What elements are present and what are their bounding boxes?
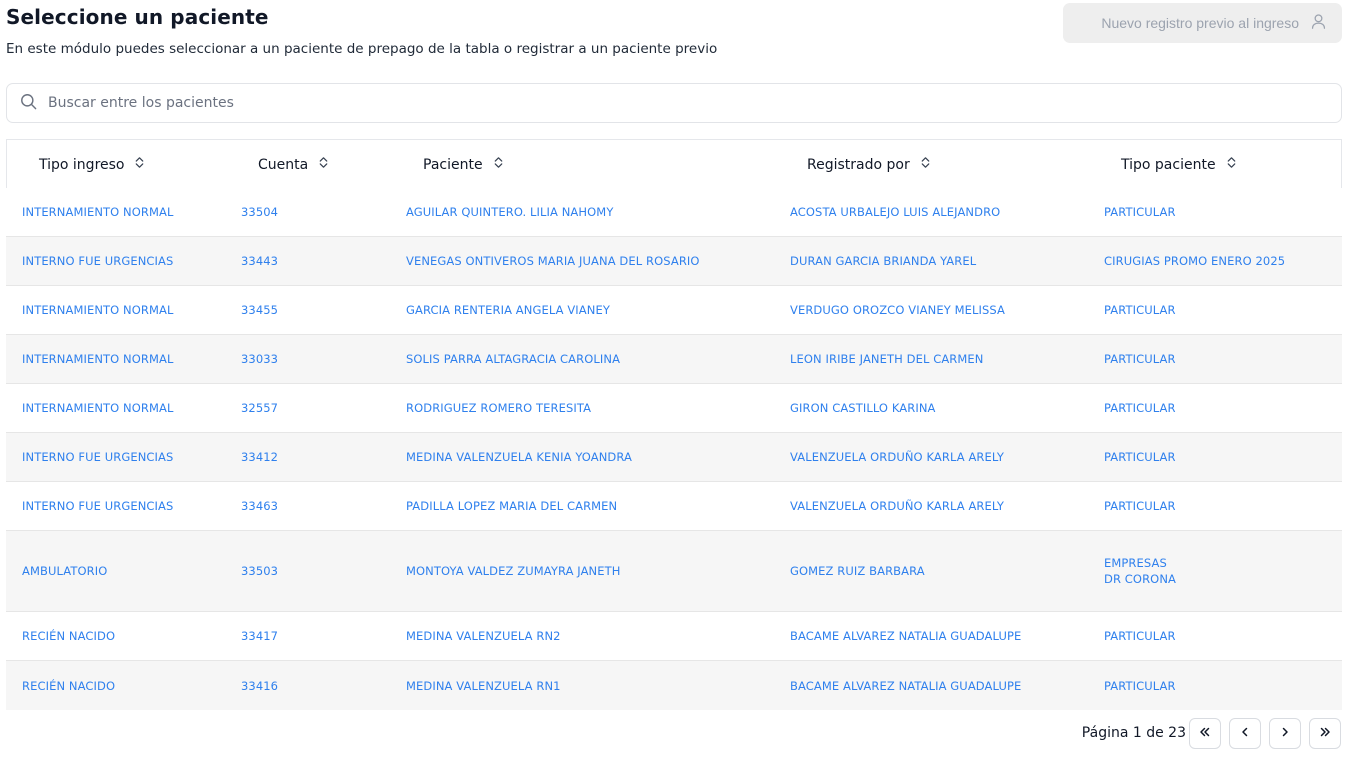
search-bar[interactable] [6, 83, 1342, 123]
cell-tipo-paciente: PARTICULAR [1104, 352, 1176, 366]
cell-tipo-ingreso: INTERNO FUE URGENCIAS [22, 499, 174, 513]
cell-tipo-ingreso: RECIÉN NACIDO [22, 629, 116, 643]
tipo-paciente-line: DR CORONA [1104, 572, 1176, 586]
search-input[interactable] [48, 95, 1308, 111]
chevrons-right-icon [1318, 724, 1332, 743]
cell-tipo-ingreso: INTERNO FUE URGENCIAS [22, 450, 174, 464]
cell-paciente: MEDINA VALENZUELA KENIA YOANDRA [406, 450, 632, 464]
column-header-registrado-por[interactable]: Registrado por [807, 140, 932, 189]
previous-page-button[interactable] [1229, 717, 1261, 749]
pagination: Página 1 de 23 [1082, 717, 1341, 749]
table-row[interactable]: AMBULATORIO 33503 MONTOYA VALDEZ ZUMAYRA… [6, 531, 1342, 612]
table-row[interactable]: RECIÉN NACIDO 33416 MEDINA VALENZUELA RN… [6, 661, 1342, 710]
cell-paciente: SOLIS PARRA ALTAGRACIA CAROLINA [406, 352, 621, 366]
cell-registrado-por: GOMEZ RUIZ BARBARA [790, 564, 925, 578]
first-page-button[interactable] [1189, 717, 1221, 749]
cell-registrado-por: VERDUGO OROZCO VIANEY MELISSA [790, 303, 1005, 317]
new-button-label: Nuevo registro previo al ingreso [1101, 15, 1299, 31]
table-row[interactable]: INTERNAMIENTO NORMAL 33504 AGUILAR QUINT… [6, 188, 1342, 237]
search-icon [19, 92, 38, 115]
cell-tipo-ingreso: RECIÉN NACIDO [22, 678, 116, 693]
cell-cuenta: 33503 [241, 564, 279, 578]
cell-cuenta: 33416 [241, 678, 279, 693]
cell-cuenta: 33412 [241, 450, 279, 464]
page-indicator: Página 1 de 23 [1081, 725, 1186, 741]
next-page-button[interactable] [1269, 717, 1301, 749]
cell-registrado-por: GIRON CASTILLO KARINA [790, 401, 936, 415]
table-row[interactable]: INTERNAMIENTO NORMAL 33033 SOLIS PARRA A… [6, 335, 1342, 384]
cell-registrado-por: BACAME ALVAREZ NATALIA GUADALUPE [790, 629, 1022, 643]
cell-tipo-ingreso: INTERNAMIENTO NORMAL [22, 401, 174, 415]
cell-cuenta: 33033 [241, 352, 279, 366]
cell-paciente: VENEGAS ONTIVEROS MARIA JUANA DEL ROSARI… [406, 254, 700, 268]
table-row[interactable]: RECIÉN NACIDO 33417 MEDINA VALENZUELA RN… [6, 612, 1342, 661]
cell-tipo-paciente: PARTICULAR [1104, 450, 1176, 464]
column-header-tipo-ingreso[interactable]: Tipo ingreso [39, 140, 146, 189]
cell-cuenta: 33443 [241, 254, 279, 268]
cell-tipo-paciente: PARTICULAR [1104, 629, 1176, 643]
table-row[interactable]: INTERNO FUE URGENCIAS 33412 MEDINA VALEN… [6, 433, 1342, 482]
sort-icon [492, 156, 505, 173]
cell-registrado-por: VALENZUELA ORDUÑO KARLA ARELY [790, 450, 1004, 464]
cell-registrado-por: BACAME ALVAREZ NATALIA GUADALUPE [790, 678, 1022, 693]
cell-cuenta: 33417 [241, 629, 279, 643]
cell-tipo-paciente: PARTICULAR [1104, 401, 1176, 415]
cell-paciente: PADILLA LOPEZ MARIA DEL CARMEN [406, 499, 618, 513]
last-page-button[interactable] [1309, 717, 1341, 749]
page-subtitle: En este módulo puedes seleccionar a un p… [6, 41, 718, 57]
cell-paciente: RODRIGUEZ ROMERO TERESITA [406, 401, 592, 415]
page-title: Seleccione un paciente [6, 5, 269, 29]
patients-table: Tipo ingreso Cuenta Paciente Registrado … [6, 139, 1342, 710]
cell-cuenta: 33463 [241, 499, 279, 513]
cell-tipo-paciente: PARTICULAR [1104, 205, 1176, 219]
chevron-left-icon [1238, 724, 1252, 743]
cell-registrado-por: DURAN GARCIA BRIANDA YAREL [790, 254, 977, 268]
column-header-paciente[interactable]: Paciente [423, 140, 505, 189]
cell-paciente: GARCIA RENTERIA ANGELA VIANEY [406, 303, 610, 317]
cell-tipo-ingreso: AMBULATORIO [22, 564, 108, 578]
cell-paciente: MONTOYA VALDEZ ZUMAYRA JANETH [406, 564, 621, 578]
cell-tipo-ingreso: INTERNAMIENTO NORMAL [22, 352, 174, 366]
cell-cuenta: 33504 [241, 205, 279, 219]
new-pre-admission-button[interactable]: Nuevo registro previo al ingreso [1063, 3, 1342, 43]
cell-cuenta: 32557 [241, 401, 279, 415]
cell-tipo-paciente: PARTICULAR [1104, 499, 1176, 513]
sort-icon [1225, 156, 1238, 173]
table-header: Tipo ingreso Cuenta Paciente Registrado … [6, 139, 1342, 188]
cell-paciente: MEDINA VALENZUELA RN2 [406, 629, 561, 643]
column-header-cuenta[interactable]: Cuenta [258, 140, 330, 189]
cell-tipo-ingreso: INTERNO FUE URGENCIAS [22, 254, 174, 268]
user-icon [1309, 12, 1328, 34]
column-header-tipo-paciente[interactable]: Tipo paciente [1121, 140, 1238, 189]
chevron-right-icon [1278, 724, 1292, 743]
tipo-paciente-line: EMPRESAS [1104, 556, 1167, 570]
cell-paciente: MEDINA VALENZUELA RN1 [406, 678, 561, 693]
cell-tipo-paciente: PARTICULAR [1104, 678, 1176, 693]
table-row[interactable]: INTERNO FUE URGENCIAS 33443 VENEGAS ONTI… [6, 237, 1342, 286]
cell-tipo-paciente: CIRUGIAS PROMO ENERO 2025 [1104, 254, 1286, 268]
sort-icon [133, 156, 146, 173]
chevrons-left-icon [1198, 724, 1212, 743]
cell-paciente: AGUILAR QUINTERO. LILIA NAHOMY [406, 205, 614, 219]
table-row[interactable]: INTERNAMIENTO NORMAL 33455 GARCIA RENTER… [6, 286, 1342, 335]
table-row[interactable]: INTERNO FUE URGENCIAS 33463 PADILLA LOPE… [6, 482, 1342, 531]
table-row[interactable]: INTERNAMIENTO NORMAL 32557 RODRIGUEZ ROM… [6, 384, 1342, 433]
cell-registrado-por: ACOSTA URBALEJO LUIS ALEJANDRO [790, 205, 1001, 219]
cell-registrado-por: VALENZUELA ORDUÑO KARLA ARELY [790, 499, 1004, 513]
cell-tipo-ingreso: INTERNAMIENTO NORMAL [22, 205, 174, 219]
cell-tipo-paciente: EMPRESAS DR CORONA [1104, 531, 1176, 611]
cell-tipo-ingreso: INTERNAMIENTO NORMAL [22, 303, 174, 317]
cell-cuenta: 33455 [241, 303, 279, 317]
page-header: Seleccione un paciente En este módulo pu… [6, 3, 1342, 65]
sort-icon [317, 156, 330, 173]
cell-tipo-paciente: PARTICULAR [1104, 303, 1176, 317]
sort-icon [919, 156, 932, 173]
cell-registrado-por: LEON IRIBE JANETH DEL CARMEN [790, 352, 984, 366]
